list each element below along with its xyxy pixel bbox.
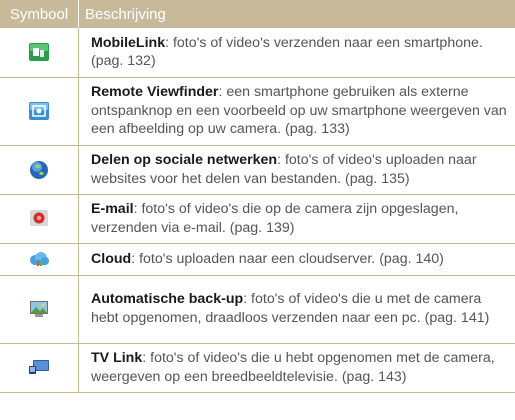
email-icon [30, 210, 48, 227]
row-title: Cloud [91, 250, 132, 267]
row-title: Delen op sociale netwerken [91, 151, 278, 168]
table-header-row: Symbool Beschrijving [0, 0, 515, 28]
row-title: Automatische back-up [91, 291, 244, 308]
table-row: TV Link: foto's of video's die u hebt op… [0, 343, 515, 393]
remote-viewfinder-icon [29, 101, 49, 120]
row-text: : foto's of video's die op de camera zij… [91, 200, 459, 236]
row-title: TV Link [91, 349, 143, 366]
row-text: : foto's of video's die u hebt opgenomen… [91, 349, 495, 385]
row-title: MobileLink [91, 34, 166, 51]
table-row: MobileLink: foto's of video's verzenden … [0, 28, 515, 78]
table-row: Delen op sociale netwerken: foto's of vi… [0, 145, 515, 195]
social-network-globe-icon [30, 160, 48, 179]
row-text: : foto's uploaden naar een cloudserver. … [131, 250, 444, 267]
table-row: Remote Viewfinder: een smartphone gebrui… [0, 77, 515, 146]
header-symbol: Symbool [0, 0, 79, 28]
cloud-icon [30, 251, 49, 266]
row-title: Remote Viewfinder [91, 84, 219, 101]
auto-backup-icon [30, 300, 48, 317]
mobilelink-icon [29, 43, 49, 62]
table-row: Cloud: foto's uploaden naar een cloudser… [0, 243, 515, 276]
tv-link-icon [29, 360, 49, 375]
table-row: E-mail: foto's of video's die op de came… [0, 194, 515, 244]
symbol-table: Symbool Beschrijving MobileLink: foto's … [0, 0, 515, 393]
header-description: Beschrijving [78, 0, 515, 28]
row-title: E-mail [91, 200, 134, 217]
table-row: Automatische back-up: foto's of video's … [0, 275, 515, 344]
